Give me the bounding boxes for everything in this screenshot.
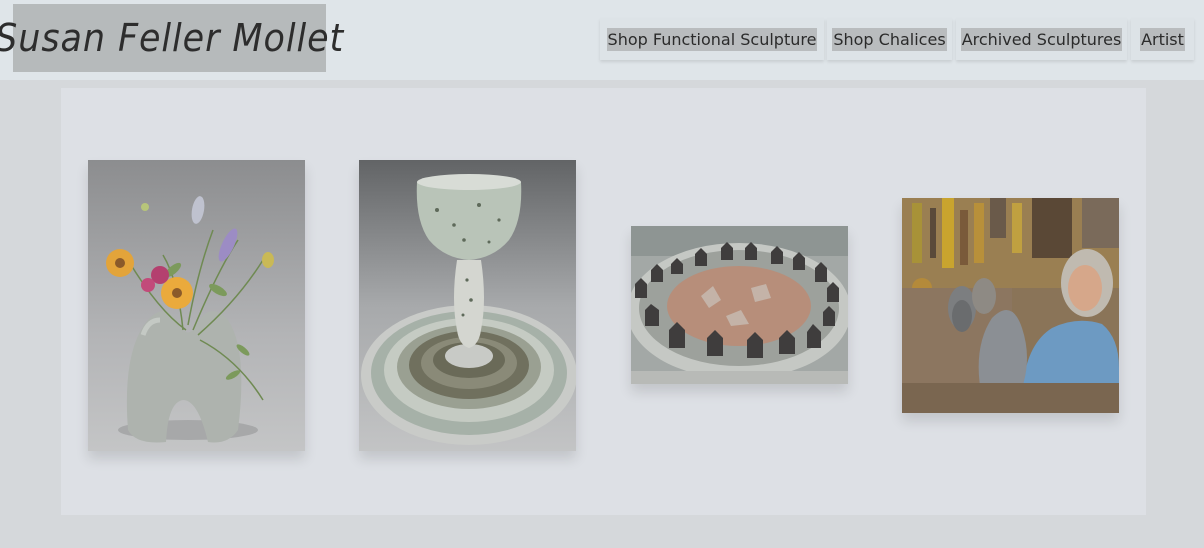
site-header: Susan Feller Mollet Shop Functional Scul… bbox=[0, 0, 1204, 80]
circle-of-houses-sculpture-image bbox=[631, 226, 848, 384]
nav-item-shop-functional-sculpture[interactable]: Shop Functional Sculpture bbox=[600, 18, 824, 60]
nav-item-label: Shop Functional Sculpture bbox=[606, 27, 818, 51]
site-logo[interactable]: Susan Feller Mollet bbox=[0, 4, 343, 72]
gallery-card-houses-circle[interactable] bbox=[631, 226, 848, 384]
gallery-card-flower-vase[interactable] bbox=[88, 160, 305, 451]
gallery-card-chalice[interactable] bbox=[359, 160, 576, 451]
nav-item-label: Artist bbox=[1140, 27, 1185, 51]
gallery-card-artist[interactable] bbox=[902, 198, 1119, 413]
nav-item-artist[interactable]: Artist bbox=[1131, 18, 1194, 60]
chalice-and-plate-image bbox=[359, 160, 576, 451]
nav-item-shop-chalices[interactable]: Shop Chalices bbox=[827, 18, 952, 60]
nav-item-label: Archived Sculptures bbox=[960, 27, 1123, 51]
flower-vase-sculpture-image bbox=[88, 160, 305, 451]
nav-item-archived-sculptures[interactable]: Archived Sculptures bbox=[956, 18, 1127, 60]
nav-item-label: Shop Chalices bbox=[832, 27, 947, 51]
artist-portrait-image bbox=[902, 198, 1119, 413]
site-logo-text: Susan Feller Mollet bbox=[0, 16, 344, 60]
